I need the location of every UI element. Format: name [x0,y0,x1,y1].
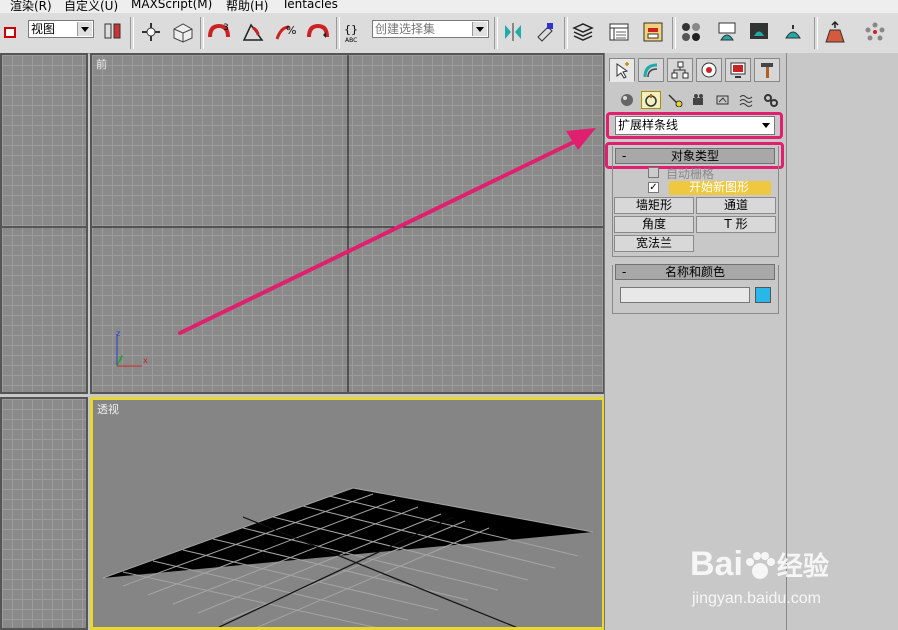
toolbar-divider [814,17,818,49]
baidu-watermark-url: jingyan.baidu.com [692,590,821,607]
shapes-category[interactable] [641,91,661,109]
toolbar-divider [336,17,340,49]
reference-coord-value: 视图 [31,22,56,36]
camera-icon [693,94,703,105]
axis-x-label: x [143,356,148,365]
percent-snap-icon[interactable]: % [272,19,298,45]
pivot-center-icon[interactable] [100,19,126,45]
snap-3d-icon[interactable]: 3 [206,19,232,45]
menu-help[interactable]: 帮助(H) [226,0,268,13]
toolbar-divider [200,17,204,49]
hierarchy-icon [671,61,689,79]
menu-maxscript[interactable]: MAXScript(M) [131,0,212,11]
curve-editor-icon[interactable] [606,19,632,45]
baidu-watermark-brand: Bai 经验 [690,545,829,583]
keyboard-shortcut-override-icon[interactable] [170,19,196,45]
display-tab[interactable] [725,58,751,82]
object-name-input[interactable] [620,287,750,303]
select-region-icon[interactable] [0,19,20,45]
helpers-icon [716,95,729,105]
dropdown-highlight-box [606,112,783,139]
sphere-icon [621,94,633,106]
particle-view-icon[interactable] [862,19,888,45]
svg-text:ABC: ABC [345,37,357,44]
axis-y-label: y [119,354,123,362]
material-editor-icon[interactable] [678,19,704,45]
hierarchy-tab[interactable] [667,58,693,82]
perspective-viewport[interactable]: 透视 [90,397,605,630]
mirror-icon[interactable] [500,19,526,45]
gears-icon [764,94,778,107]
named-selection-combo[interactable]: 创建选择集 [372,20,489,38]
hammer-icon [761,63,773,78]
modify-bend-icon [643,63,658,78]
perspective-grid [102,487,594,627]
space-warp-icon [739,95,753,107]
menu-tentacles[interactable]: Tentacles [282,0,338,11]
create-tab[interactable] [609,58,635,82]
paw-icon [743,551,777,581]
align-icon[interactable] [532,19,558,45]
command-panel: 扩展样条线 - 对象类型 自动栅格 ✓ 开始新图形 墙矩形 通道 角度 T 形 … [604,53,787,630]
menu-render[interactable]: 渲染(R) [10,0,52,13]
chevron-down-icon [77,22,92,36]
helpers-category[interactable] [713,91,733,109]
left-viewport[interactable] [0,397,88,630]
snap-3-label: 3 [223,23,229,33]
object-type-rollout [612,146,779,257]
display-monitor-icon [730,62,746,78]
toolbar-divider [130,17,134,49]
chevron-down-icon [472,22,487,36]
layer-manager-icon[interactable] [570,19,596,45]
render-setup-icon[interactable] [714,19,740,45]
systems-category[interactable] [761,91,781,109]
main-toolbar: 视图 3 % {} ABC 创建选择集 [0,13,898,54]
edit-named-selection-icon[interactable]: {} ABC [342,19,368,45]
toolbar-divider [564,17,568,49]
command-panel-gutter [786,53,898,630]
toolbar-divider [494,17,498,49]
create-arrow-icon [616,62,629,79]
reference-coord-combo[interactable]: 视图 [28,20,94,38]
spinner-snap-icon[interactable] [304,19,330,45]
graphite-modeling-icon[interactable] [822,19,848,45]
toolbar-divider [672,17,676,49]
geometry-category[interactable] [617,91,637,109]
utilities-tab[interactable] [754,58,780,82]
top-viewport[interactable] [0,53,88,394]
named-selection-placeholder: 创建选择集 [375,22,436,36]
angle-snap-icon[interactable] [240,19,266,45]
modify-tab[interactable] [638,58,664,82]
cameras-category[interactable] [689,91,709,109]
percent-label: % [286,24,296,37]
shapes-icon [645,94,657,107]
svg-text:{}: {} [344,23,358,36]
select-manipulate-icon[interactable] [138,19,164,45]
menu-bar: 渲染(R) 自定义(U) MAXScript(M) 帮助(H) Tentacle… [0,0,898,13]
lights-category[interactable] [665,91,685,109]
axis-z-label: z [116,329,120,338]
light-icon [668,94,683,107]
top-viewport-axes [2,226,86,228]
schematic-view-icon[interactable] [640,19,666,45]
object-color-swatch[interactable] [755,287,771,303]
space-warps-category[interactable] [737,91,757,109]
motion-tab[interactable] [696,58,722,82]
render-production-icon[interactable] [780,19,806,45]
rendered-frame-window-icon[interactable] [746,19,772,45]
motion-icon [701,62,717,78]
front-viewport-axes: z x y [92,55,603,392]
front-viewport[interactable]: 前 z x y [90,53,605,394]
menu-customize[interactable]: 自定义(U) [64,0,118,13]
